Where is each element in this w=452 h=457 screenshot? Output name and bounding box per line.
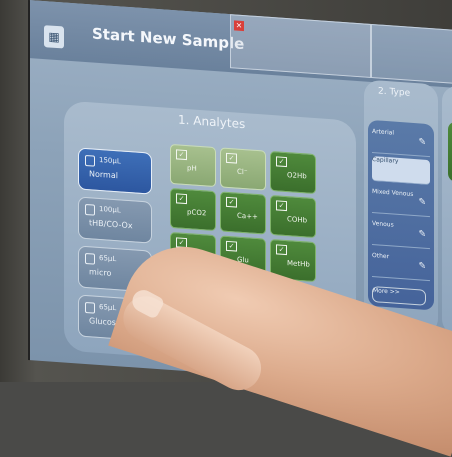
- analyte-label: COHb: [287, 215, 308, 225]
- checkbox-icon: ✓: [226, 240, 237, 252]
- checkbox-icon: ✓: [226, 152, 237, 164]
- volume-amount: 150μL: [99, 155, 121, 166]
- checkbox-icon: ✓: [276, 200, 287, 212]
- analyte-label: Cl⁻: [237, 167, 248, 177]
- type-panel-title: 2. Type: [378, 86, 411, 99]
- type-item-label: Other: [372, 252, 390, 261]
- analyte-label: Ca++: [237, 211, 258, 222]
- type-item-capillary[interactable]: Capillary: [372, 156, 430, 186]
- go-button[interactable]: GO: [448, 121, 452, 185]
- analyte-tile[interactable]: ✓ O2Hb: [270, 150, 316, 195]
- edit-pencil-icon: ✎: [418, 229, 426, 240]
- analyte-tile[interactable]: ✓ Cl⁻: [220, 147, 266, 191]
- analyte-tile[interactable]: ✓ Ca++: [220, 191, 266, 235]
- volume-mode: Normal: [89, 169, 118, 181]
- edit-pencil-icon: ✎: [418, 261, 426, 272]
- tab-third[interactable]: [370, 23, 452, 85]
- volume-amount: 100μL: [99, 204, 121, 215]
- analyte-tile[interactable]: ✓ pH: [170, 143, 216, 188]
- type-item-label: Mixed Venous: [372, 188, 414, 198]
- type-item-other[interactable]: Other ✎: [372, 252, 430, 282]
- checkbox-icon: ✓: [176, 193, 187, 205]
- edit-pencil-icon: ✎: [418, 137, 426, 148]
- volume-mode: micro: [89, 267, 112, 278]
- analyte-tile[interactable]: ✓ COHb: [270, 194, 316, 239]
- type-item-label: Capillary: [372, 156, 399, 165]
- analyte-label: pCO2: [187, 208, 207, 218]
- edit-pencil-icon: ✎: [418, 197, 426, 208]
- close-icon[interactable]: ×: [234, 20, 244, 32]
- type-item-label: Venous: [372, 220, 394, 229]
- analyte-tile[interactable]: ✓ pCO2: [170, 187, 216, 232]
- vial-icon: [85, 252, 95, 265]
- checkbox-icon: ✓: [276, 244, 287, 256]
- volume-option-thb-coox[interactable]: 100μL tHB/CO-Ox: [78, 196, 152, 244]
- type-item-arterial[interactable]: Arterial ✎: [372, 128, 430, 158]
- vial-icon: [85, 301, 95, 314]
- analyte-label: O2Hb: [287, 171, 307, 181]
- volume-mode: tHB/CO-Ox: [89, 218, 133, 231]
- vial-icon: [85, 154, 95, 167]
- checkbox-icon: ✓: [176, 149, 187, 161]
- volume-amount: 65μL: [99, 302, 117, 313]
- analyte-label: MetHb: [287, 259, 310, 269]
- type-item-mixed-venous[interactable]: Mixed Venous ✎: [372, 188, 430, 218]
- checkbox-icon: ✓: [276, 156, 287, 168]
- type-item-venous[interactable]: Venous ✎: [372, 220, 430, 250]
- volume-amount: 65μL: [99, 253, 117, 264]
- volume-option-normal[interactable]: 150μL Normal: [78, 147, 152, 195]
- type-item-label: Arterial: [372, 128, 395, 137]
- vial-icon: [85, 203, 95, 216]
- app-icon: ▦: [44, 25, 64, 49]
- checkbox-icon: ✓: [226, 196, 237, 208]
- tab-second[interactable]: [230, 14, 372, 79]
- analyte-label: pH: [187, 164, 197, 173]
